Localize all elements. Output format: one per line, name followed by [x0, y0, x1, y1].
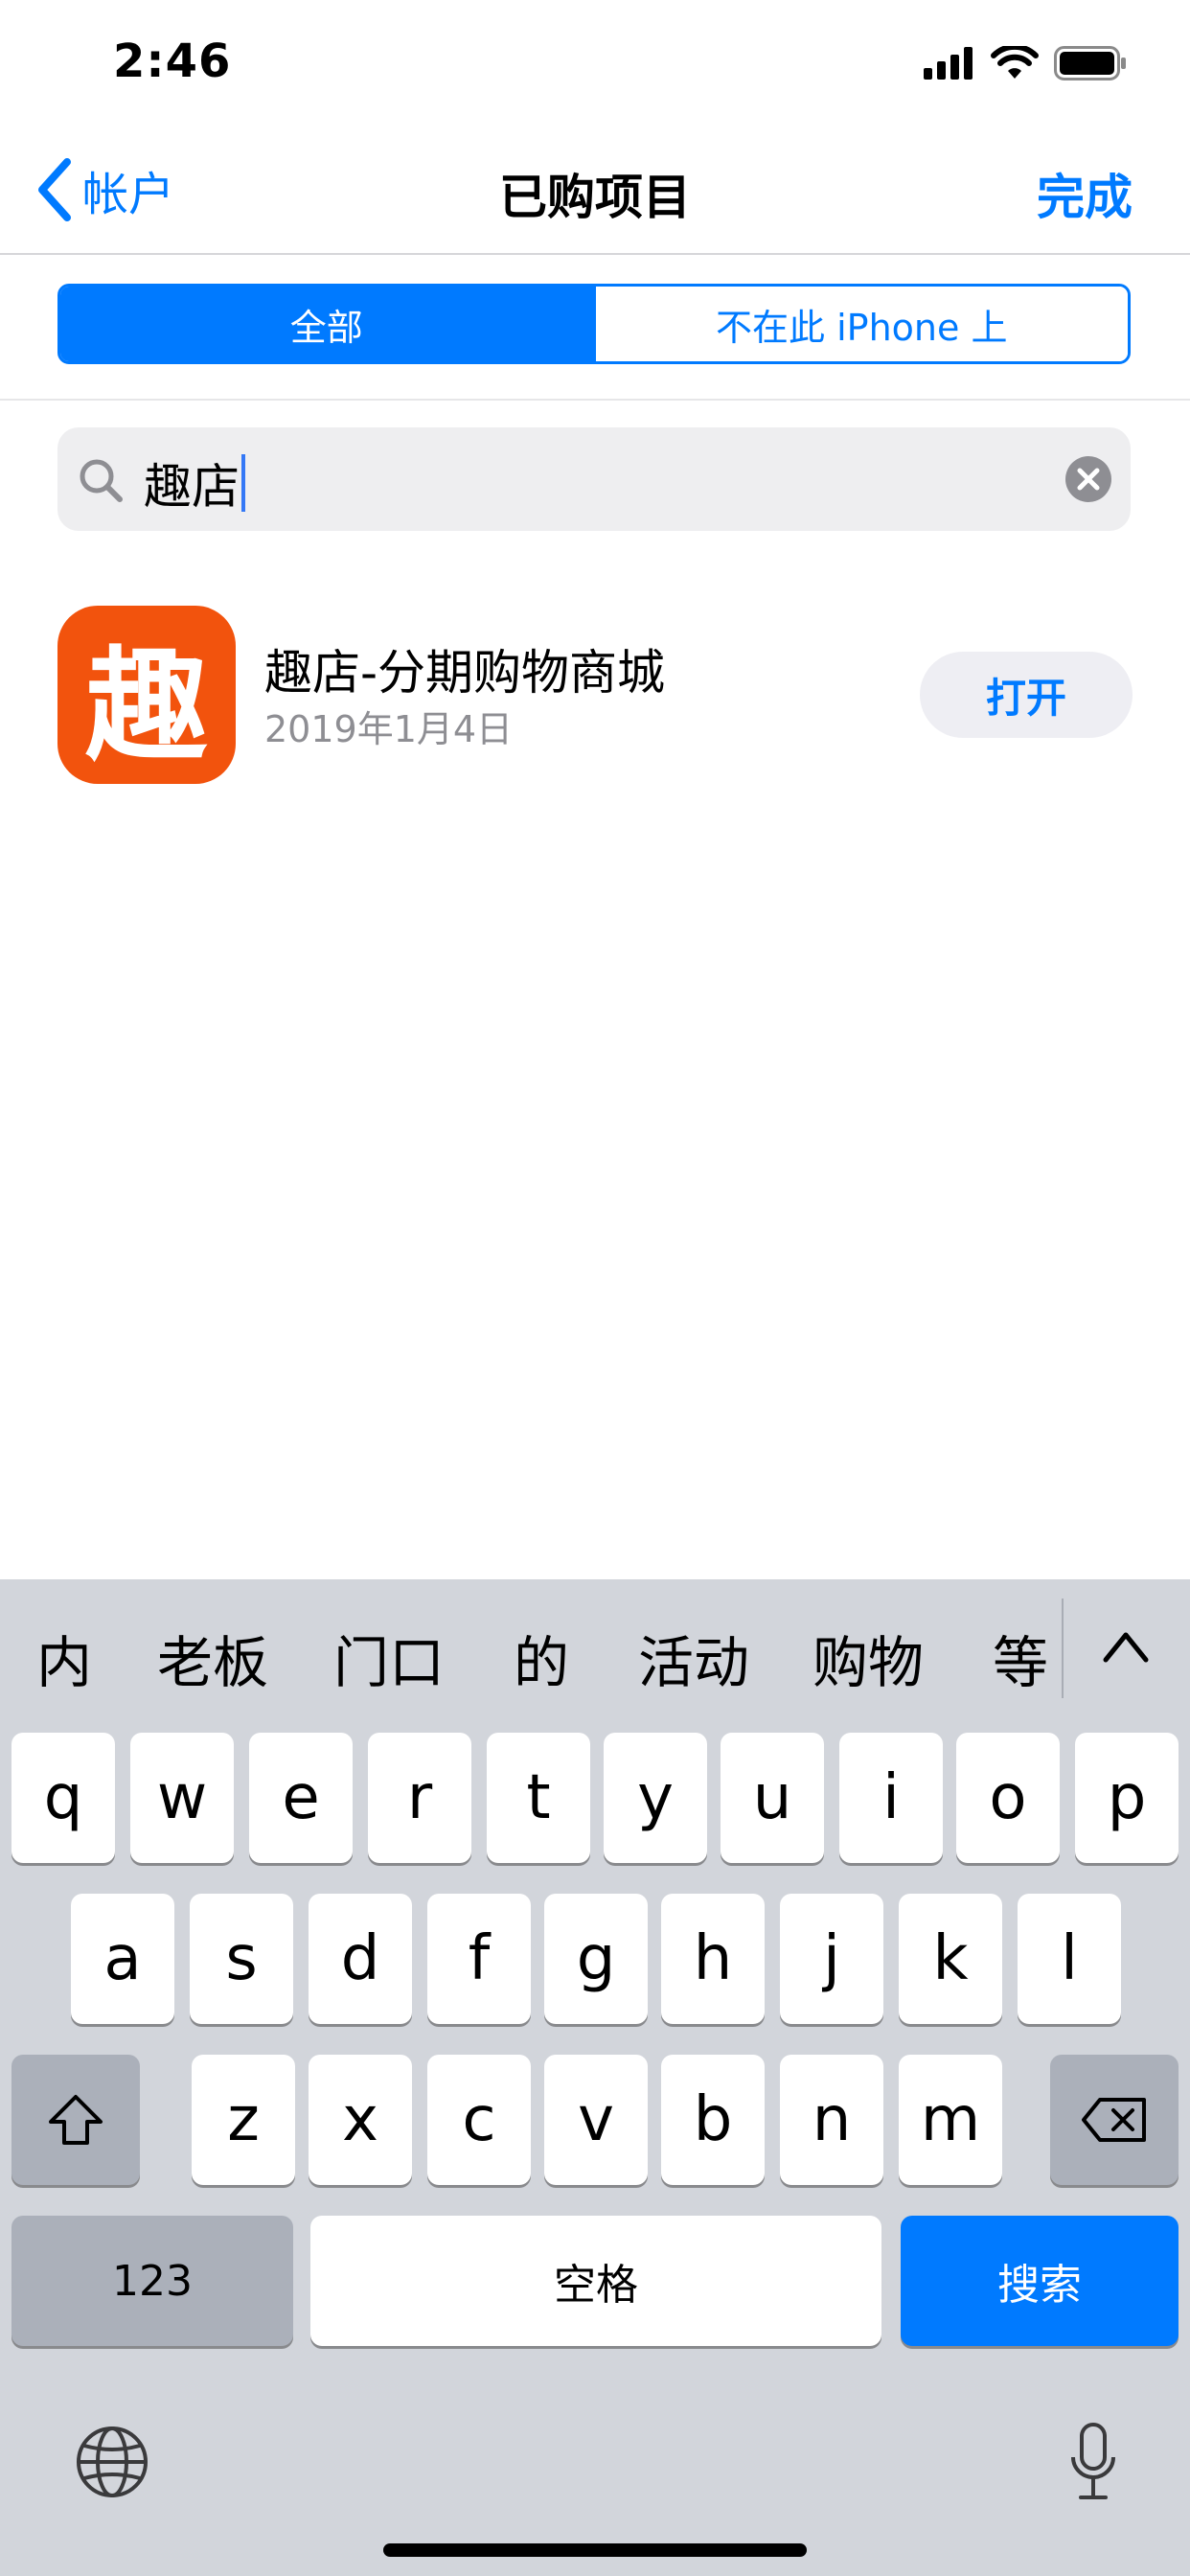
segment-not-on-device[interactable]: 不在此 iPhone 上 — [592, 287, 1128, 361]
key-h[interactable]: h — [661, 1894, 765, 2024]
candidate-item[interactable]: 内 — [36, 1618, 92, 1698]
open-button[interactable]: 打开 — [920, 652, 1133, 738]
segment-all[interactable]: 全部 — [60, 287, 593, 361]
shift-icon — [49, 2095, 103, 2145]
microphone-icon[interactable] — [1069, 2423, 1117, 2503]
candidate-item[interactable]: 购物 — [812, 1618, 924, 1698]
key-l[interactable]: l — [1018, 1894, 1121, 2024]
segment-section: 全部 不在此 iPhone 上 — [0, 255, 1190, 401]
page-title: 已购项目 — [499, 170, 691, 225]
key-e[interactable]: e — [249, 1733, 353, 1863]
candidate-item[interactable]: 老板 — [157, 1618, 268, 1698]
key-y[interactable]: y — [604, 1733, 707, 1863]
key-x[interactable]: x — [309, 2055, 412, 2185]
status-time: 2:46 — [113, 34, 232, 88]
space-key[interactable]: 空格 — [310, 2216, 881, 2346]
wifi-icon — [991, 46, 1039, 79]
key-d[interactable]: d — [309, 1894, 412, 2024]
key-n[interactable]: n — [780, 2055, 883, 2185]
delete-key[interactable] — [1050, 2055, 1179, 2185]
candidate-item[interactable]: 等 — [993, 1618, 1048, 1698]
candidate-item[interactable]: 的 — [514, 1618, 569, 1698]
candidate-bar: 内 老板 门口 的 活动 购物 等 — [0, 1579, 1190, 1723]
key-v[interactable]: v — [544, 2055, 648, 2185]
cellular-signal-icon — [924, 47, 973, 80]
globe-icon[interactable] — [75, 2425, 149, 2499]
key-o[interactable]: o — [956, 1733, 1060, 1863]
key-p[interactable]: p — [1075, 1733, 1179, 1863]
key-i[interactable]: i — [839, 1733, 943, 1863]
search-input[interactable]: 趣店 — [144, 448, 245, 518]
key-b[interactable]: b — [661, 2055, 765, 2185]
text-caret — [241, 454, 245, 512]
status-icons — [924, 42, 1127, 84]
screen: 2:46 帐户 已购项目 完成 全部 不在此 iPhone 上 趣店 趣 趣店-… — [0, 0, 1190, 2576]
key-z[interactable]: z — [192, 2055, 295, 2185]
key-m[interactable]: m — [899, 2055, 1002, 2185]
key-t[interactable]: t — [487, 1733, 590, 1863]
key-c[interactable]: c — [427, 2055, 531, 2185]
segmented-control: 全部 不在此 iPhone 上 — [57, 284, 1131, 364]
status-bar: 2:46 — [0, 0, 1190, 126]
key-g[interactable]: g — [544, 1894, 648, 2024]
chevron-up-icon[interactable] — [1102, 1627, 1150, 1666]
candidate-item[interactable]: 门口 — [333, 1618, 445, 1698]
nav-bar: 帐户 已购项目 完成 — [0, 126, 1190, 255]
list-item[interactable]: 趣 趣店-分期购物商城 2019年1月4日 打开 — [0, 594, 1190, 797]
key-u[interactable]: u — [721, 1733, 824, 1863]
key-s[interactable]: s — [190, 1894, 293, 2024]
numbers-key[interactable]: 123 — [11, 2216, 293, 2346]
candidate-divider — [1062, 1598, 1064, 1698]
shift-key[interactable] — [11, 2055, 140, 2185]
done-button[interactable]: 完成 — [1037, 159, 1133, 228]
search-query: 趣店 — [144, 459, 240, 515]
app-icon[interactable]: 趣 — [57, 606, 236, 784]
search-key[interactable]: 搜索 — [901, 2216, 1179, 2346]
search-icon — [80, 459, 123, 502]
battery-icon — [1054, 46, 1126, 80]
key-a[interactable]: a — [71, 1894, 174, 2024]
backspace-icon — [1082, 2098, 1146, 2142]
clear-search-icon[interactable] — [1065, 456, 1111, 502]
key-q[interactable]: q — [11, 1733, 115, 1863]
candidate-item[interactable]: 活动 — [638, 1618, 749, 1698]
purchase-date: 2019年1月4日 — [264, 708, 514, 750]
key-f[interactable]: f — [427, 1894, 531, 2024]
app-name: 趣店-分期购物商城 — [264, 645, 666, 701]
key-j[interactable]: j — [780, 1894, 883, 2024]
home-indicator[interactable] — [383, 2543, 807, 2557]
search-field[interactable]: 趣店 — [57, 427, 1131, 531]
key-w[interactable]: w — [130, 1733, 234, 1863]
key-r[interactable]: r — [368, 1733, 471, 1863]
key-k[interactable]: k — [899, 1894, 1002, 2024]
